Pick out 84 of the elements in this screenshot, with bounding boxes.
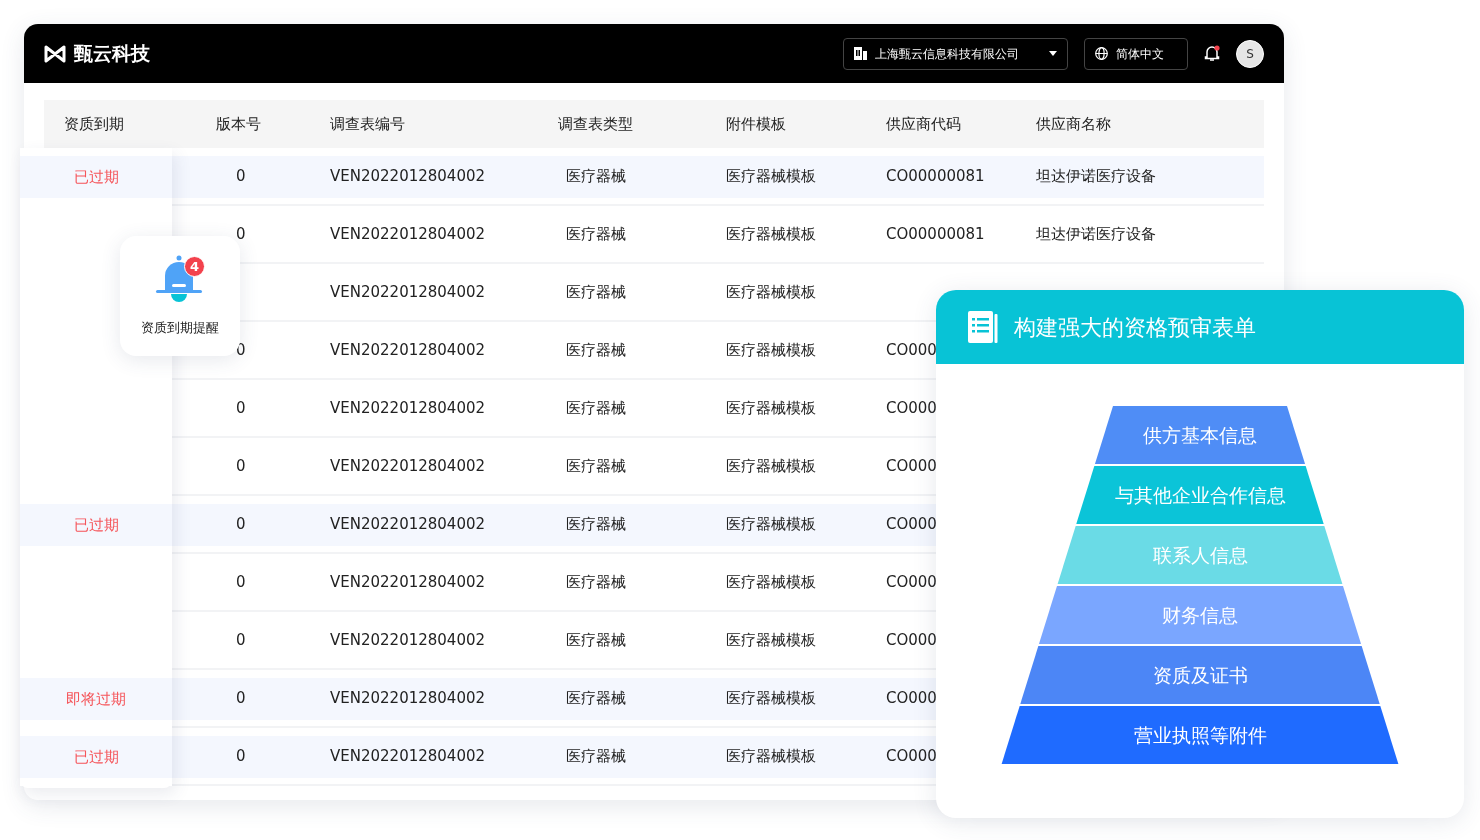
survey-number-cell-text: VEN2022012804002 xyxy=(329,513,487,535)
supplier-code-cell-text: CO000 xyxy=(885,745,938,767)
supplier-code-cell-text: CO000 xyxy=(885,513,938,535)
supplier-code-cell-text: CO000 xyxy=(885,629,938,651)
survey-type-cell-text: 医疗器械 xyxy=(565,397,627,419)
survey-type-cell-text: 医疗器械 xyxy=(565,455,627,477)
survey-type-cell-text: 医疗器械 xyxy=(565,571,627,593)
tier-label: 营业执照等附件 xyxy=(1133,724,1267,746)
notification-badge: 4 xyxy=(184,256,205,278)
tier-label: 财务信息 xyxy=(1162,604,1238,626)
supplier-code-cell-text: CO00000081 xyxy=(885,223,986,245)
survey-type-cell-text: 医疗器械 xyxy=(565,339,627,361)
survey-type-cell-text: 医疗器械 xyxy=(565,687,627,709)
company-selector[interactable]: 上海甄云信息科技有限公司 xyxy=(843,37,1068,70)
survey-type-cell-text: 医疗器械 xyxy=(565,223,627,245)
column-header: 版本号 xyxy=(215,113,262,135)
survey-number-cell-text: VEN2022012804002 xyxy=(329,687,487,709)
form-icon xyxy=(968,311,998,343)
status-label: 已过期 xyxy=(73,514,119,536)
template-cell-text: 医疗器械模板 xyxy=(725,165,817,187)
caret-icon xyxy=(1049,51,1057,56)
survey-number-cell-text: VEN2022012804002 xyxy=(329,339,487,361)
column-header: 调查表编号 xyxy=(329,113,406,135)
survey-number-cell-text: VEN2022012804002 xyxy=(329,629,487,651)
card-title: 构建强大的资格预审表单 xyxy=(1014,313,1256,342)
logo-icon xyxy=(44,44,66,63)
language-selector[interactable]: 简体中文 xyxy=(1084,37,1188,70)
brand-name: 甄云科技 xyxy=(74,41,150,67)
column-header: 资质到期 xyxy=(63,113,125,135)
column-header: 供应商代码 xyxy=(885,113,962,135)
survey-number-cell-text: VEN2022012804002 xyxy=(329,571,487,593)
supplier-code-cell-text: CO00000081 xyxy=(885,165,986,187)
column-header: 调查表类型 xyxy=(557,113,634,135)
version-cell-text: 0 xyxy=(235,571,247,593)
template-cell-text: 医疗器械模板 xyxy=(725,455,817,477)
template-cell-text: 医疗器械模板 xyxy=(725,687,817,709)
version-cell-text: 0 xyxy=(235,165,247,187)
survey-type-cell-text: 医疗器械 xyxy=(565,513,627,535)
template-cell-text: 医疗器械模板 xyxy=(725,339,817,361)
template-cell-text: 医疗器械模板 xyxy=(725,397,817,419)
notification-icon[interactable] xyxy=(1204,45,1220,62)
supplier-code-cell-text: CO000 xyxy=(885,687,938,709)
version-cell-text: 0 xyxy=(235,397,247,419)
supplier-code-cell-text: CO000 xyxy=(885,397,938,419)
template-cell-text: 医疗器械模板 xyxy=(725,629,817,651)
template-cell-text: 医疗器械模板 xyxy=(725,513,817,535)
globe-icon xyxy=(1095,47,1108,60)
template-cell-text: 医疗器械模板 xyxy=(725,745,817,767)
user-avatar[interactable]: S xyxy=(1236,39,1264,68)
survey-type-cell-text: 医疗器械 xyxy=(565,629,627,651)
version-cell-text: 0 xyxy=(235,745,247,767)
survey-number-cell-text: VEN2022012804002 xyxy=(329,455,487,477)
survey-type-cell-text: 医疗器械 xyxy=(565,281,627,303)
survey-number-cell-text: VEN2022012804002 xyxy=(329,223,487,245)
supplier-code-cell-text: CO000 xyxy=(885,571,938,593)
tier-label: 供方基本信息 xyxy=(1143,424,1257,446)
survey-number-cell-text: VEN2022012804002 xyxy=(329,165,487,187)
template-cell-text: 医疗器械模板 xyxy=(725,223,817,245)
status-label: 已过期 xyxy=(73,166,119,188)
survey-number-cell-text: VEN2022012804002 xyxy=(329,397,487,419)
template-cell-text: 医疗器械模板 xyxy=(725,571,817,593)
column-header: 供应商名称 xyxy=(1035,113,1112,135)
template-cell-text: 医疗器械模板 xyxy=(725,281,817,303)
status-label: 已过期 xyxy=(73,746,119,768)
version-cell-text: 0 xyxy=(235,513,247,535)
supplier-name-cell-text: 坦达伊诺医疗设备 xyxy=(1035,223,1157,245)
tier-label: 联系人信息 xyxy=(1152,544,1248,566)
version-cell-text: 0 xyxy=(235,223,247,245)
survey-number-cell-text: VEN2022012804002 xyxy=(329,281,487,303)
version-cell-text: 0 xyxy=(235,455,247,477)
survey-number-cell-text: VEN2022012804002 xyxy=(329,745,487,767)
reminder-label: 资质到期提醒 xyxy=(141,319,219,338)
supplier-name-cell-text: 坦达伊诺医疗设备 xyxy=(1035,165,1157,187)
version-cell-text: 0 xyxy=(235,629,247,651)
building-icon xyxy=(854,47,867,60)
tier-label: 与其他企业合作信息 xyxy=(1114,484,1286,506)
tier-label: 资质及证书 xyxy=(1152,664,1248,686)
version-cell-text: 0 xyxy=(235,687,247,709)
supplier-code-cell-text: CO000 xyxy=(885,455,938,477)
status-label: 即将过期 xyxy=(66,688,126,710)
survey-type-cell-text: 医疗器械 xyxy=(565,745,627,767)
column-header: 附件模板 xyxy=(725,113,787,135)
survey-type-cell-text: 医疗器械 xyxy=(565,165,627,187)
supplier-code-cell-text: CO000 xyxy=(885,339,938,361)
